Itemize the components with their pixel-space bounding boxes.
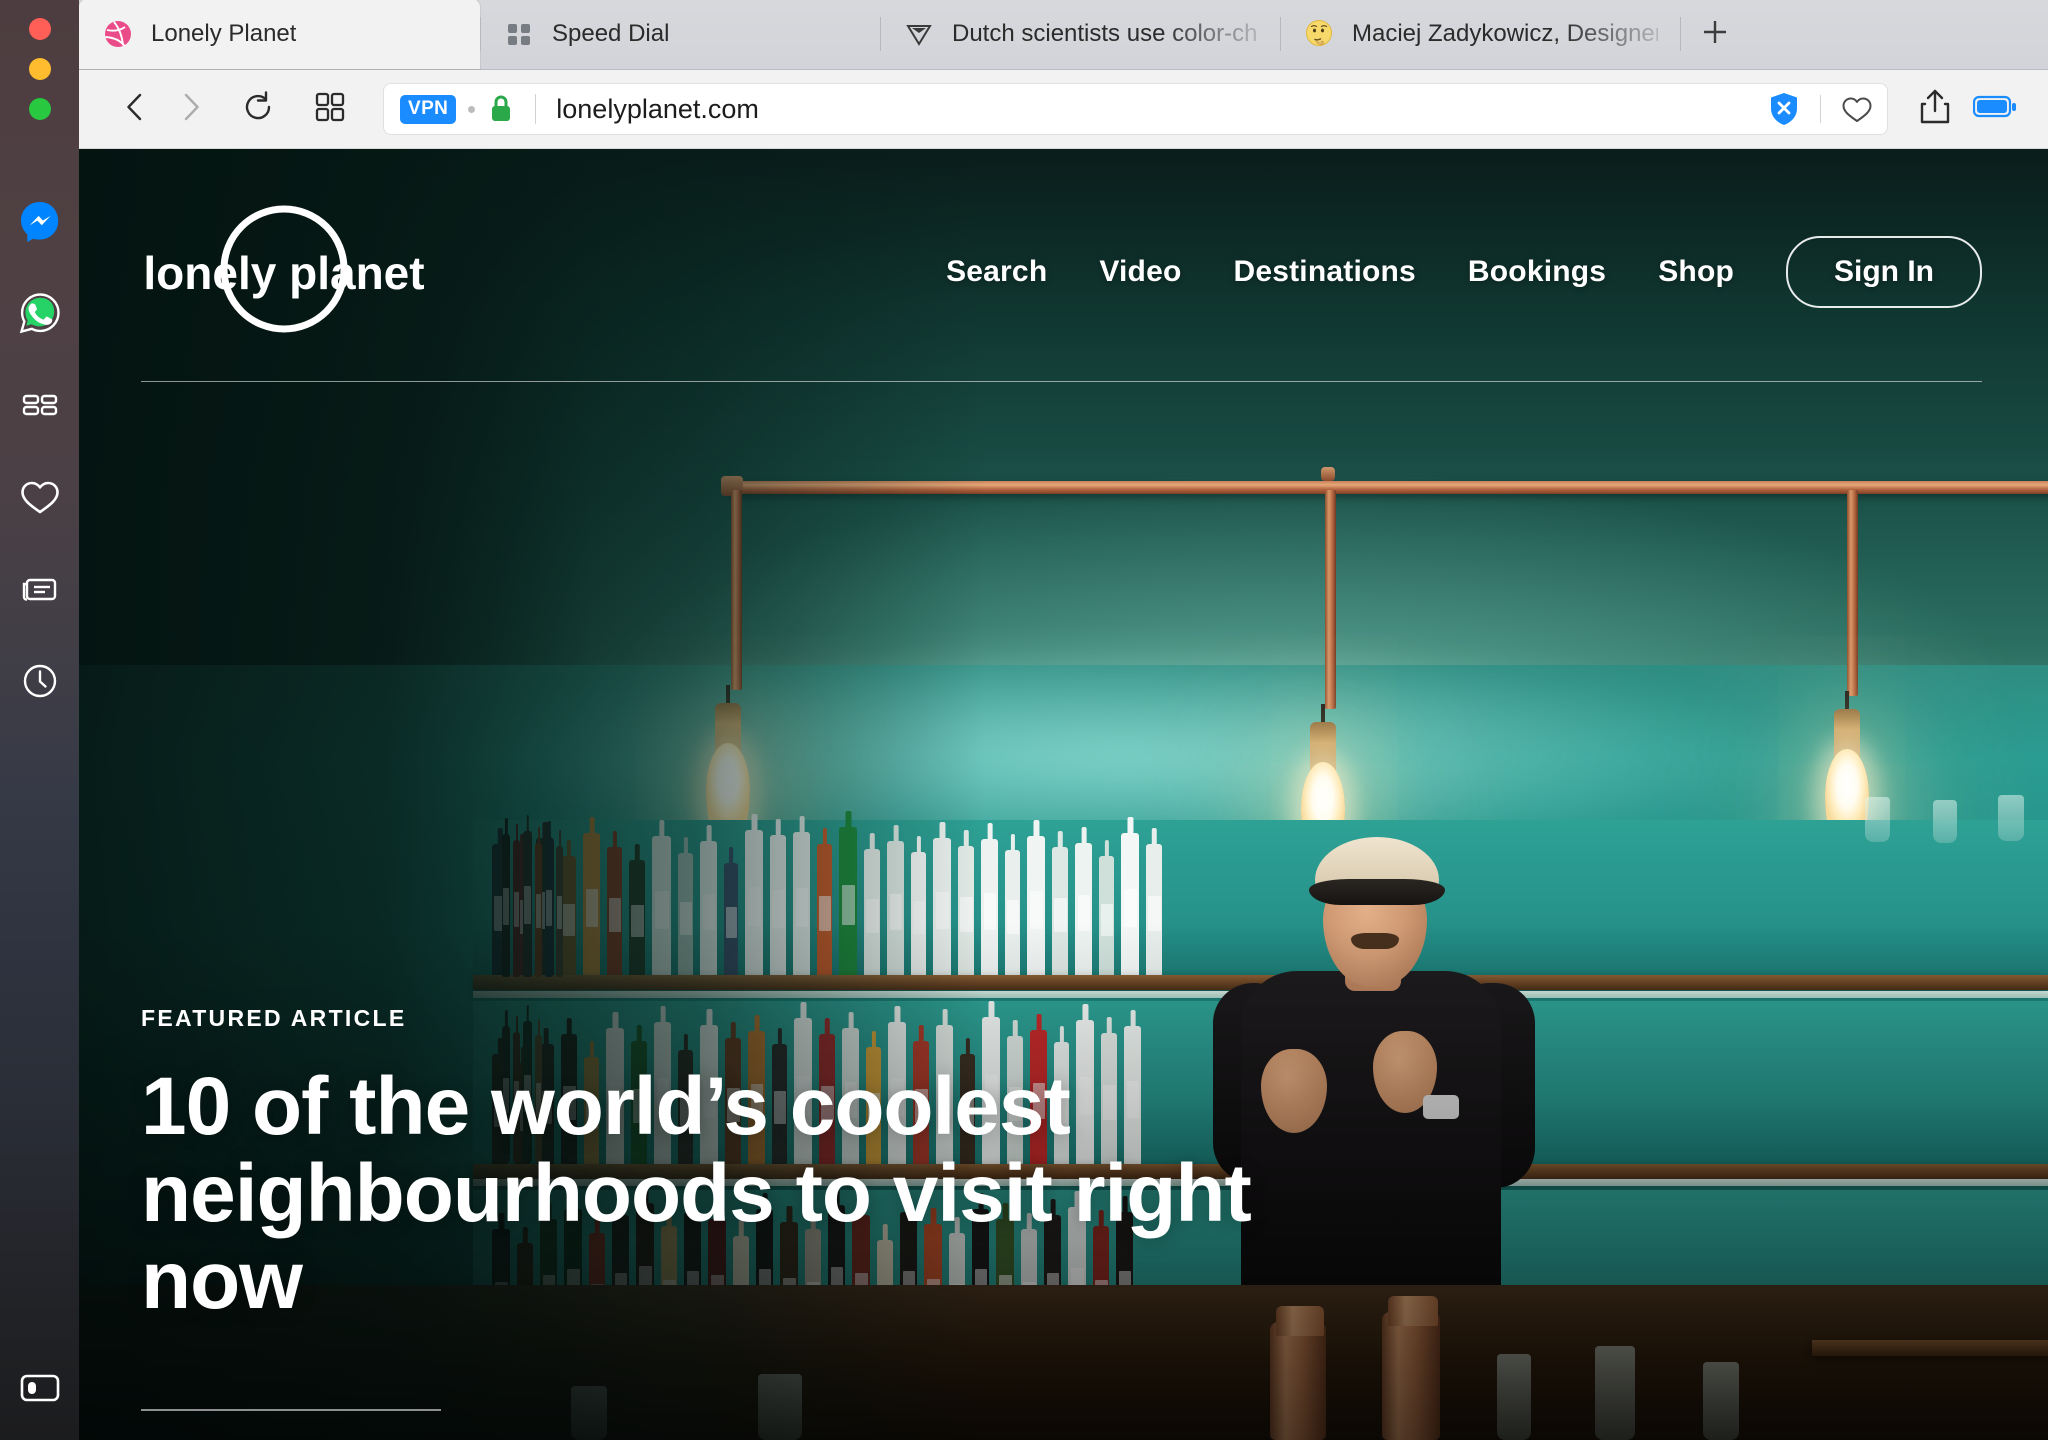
sidebar-item-messenger[interactable] bbox=[0, 175, 79, 267]
whatsapp-icon bbox=[18, 291, 62, 335]
address-bar[interactable]: VPN lonelyplanet.com bbox=[383, 83, 1888, 135]
tab-bar: Lonely Planet Speed Dial Dutch scientist… bbox=[79, 0, 2048, 70]
window-traffic-lights bbox=[0, 18, 79, 120]
share-icon bbox=[1918, 88, 1952, 131]
browser-sidebar bbox=[0, 0, 79, 1440]
sidebar-item-speed-dial[interactable] bbox=[0, 359, 79, 451]
bookmark-heart-icon[interactable] bbox=[1835, 87, 1879, 131]
vpn-badge[interactable]: VPN bbox=[400, 94, 457, 124]
messenger-icon bbox=[18, 199, 62, 243]
back-button[interactable] bbox=[109, 82, 163, 136]
featured-headline: 10 of the world’s coolest neighbourhoods… bbox=[141, 1061, 1252, 1326]
forward-button[interactable] bbox=[163, 82, 217, 136]
window-close-button[interactable] bbox=[28, 18, 51, 40]
header-divider bbox=[141, 381, 1982, 382]
site-header: lonely planet Search Video Destinations … bbox=[79, 149, 2048, 382]
url-text[interactable]: lonelyplanet.com bbox=[556, 94, 1762, 125]
web-page-viewport: lonely planet Search Video Destinations … bbox=[79, 149, 2048, 1440]
separator-dot bbox=[468, 105, 476, 113]
tab-title: Speed Dial bbox=[552, 20, 670, 47]
sidebar-items bbox=[0, 175, 79, 727]
sidebar-item-history[interactable] bbox=[0, 635, 79, 727]
tab-dutch-scientists[interactable]: Dutch scientists use color-ch bbox=[880, 0, 1280, 69]
sidebar-item-bookmarks[interactable] bbox=[0, 451, 79, 543]
sign-in-button[interactable]: Sign In bbox=[1786, 236, 1982, 308]
address-bar-actions bbox=[1762, 87, 1879, 131]
battery-indicator[interactable] bbox=[1968, 82, 2022, 136]
speed-dial-grid-icon bbox=[502, 17, 536, 51]
sidebar-toggle-button[interactable] bbox=[0, 1371, 79, 1410]
chevron-right-icon bbox=[173, 90, 207, 129]
battery-icon bbox=[1972, 94, 2017, 125]
tab-title: Dutch scientists use color-ch bbox=[952, 20, 1258, 47]
toolbar-right-actions bbox=[1908, 82, 2022, 136]
browser-chrome: Lonely Planet Speed Dial Dutch scientist… bbox=[79, 0, 2048, 1440]
ad-blocker-shield-icon[interactable] bbox=[1762, 87, 1806, 131]
sidebar-item-news[interactable] bbox=[0, 543, 79, 635]
speed-dial-button[interactable] bbox=[303, 82, 357, 136]
tab-speed-dial[interactable]: Speed Dial bbox=[480, 0, 880, 69]
browser-window: Lonely Planet Speed Dial Dutch scientist… bbox=[0, 0, 2048, 1440]
share-button[interactable] bbox=[1908, 82, 1962, 136]
tab-title: Maciej Zadykowicz, Designer bbox=[1352, 20, 1658, 47]
lock-icon[interactable] bbox=[487, 93, 515, 125]
tab-maciej-zadykowicz[interactable]: Maciej Zadykowicz, Designer bbox=[1280, 0, 1680, 69]
new-tab-button[interactable] bbox=[1680, 0, 1750, 69]
thinking-face-emoji bbox=[1302, 17, 1336, 51]
lonely-planet-logo[interactable]: lonely planet bbox=[141, 197, 427, 347]
featured-divider bbox=[141, 1408, 441, 1411]
news-feed-icon bbox=[17, 566, 63, 612]
heart-icon bbox=[17, 474, 63, 520]
clock-icon bbox=[17, 658, 63, 704]
nav-link-video[interactable]: Video bbox=[1073, 255, 1207, 289]
triangle-icon bbox=[902, 17, 936, 51]
nav-link-shop[interactable]: Shop bbox=[1632, 255, 1760, 289]
featured-article: FEATURED ARTICLE 10 of the world’s coole… bbox=[141, 1005, 1261, 1440]
plus-icon bbox=[1700, 17, 1730, 52]
navigation-toolbar: VPN lonelyplanet.com bbox=[79, 70, 2048, 149]
speed-dial-grid-icon bbox=[18, 383, 62, 427]
chevron-left-icon bbox=[119, 90, 153, 129]
sidebar-panel-icon bbox=[19, 1371, 61, 1410]
address-divider bbox=[535, 94, 537, 124]
window-minimize-button[interactable] bbox=[28, 58, 51, 80]
window-maximize-button[interactable] bbox=[28, 98, 51, 120]
logo-wordmark: lonely planet bbox=[143, 247, 424, 299]
nav-link-destinations[interactable]: Destinations bbox=[1207, 255, 1441, 289]
nav-link-bookings[interactable]: Bookings bbox=[1442, 255, 1632, 289]
reload-icon bbox=[240, 89, 276, 130]
speed-dial-grid-icon bbox=[314, 91, 346, 128]
reload-button[interactable] bbox=[231, 82, 285, 136]
featured-kicker: FEATURED ARTICLE bbox=[141, 1005, 407, 1031]
sidebar-item-whatsapp[interactable] bbox=[0, 267, 79, 359]
tab-title: Lonely Planet bbox=[151, 20, 297, 47]
site-navigation: Search Video Destinations Bookings Shop … bbox=[920, 236, 1982, 308]
nav-link-search[interactable]: Search bbox=[920, 255, 1073, 289]
action-divider bbox=[1820, 95, 1821, 123]
dribbble-icon bbox=[101, 17, 135, 51]
tab-lonely-planet[interactable]: Lonely Planet bbox=[79, 0, 480, 69]
hero-section: lonely planet Search Video Destinations … bbox=[79, 149, 2048, 1440]
